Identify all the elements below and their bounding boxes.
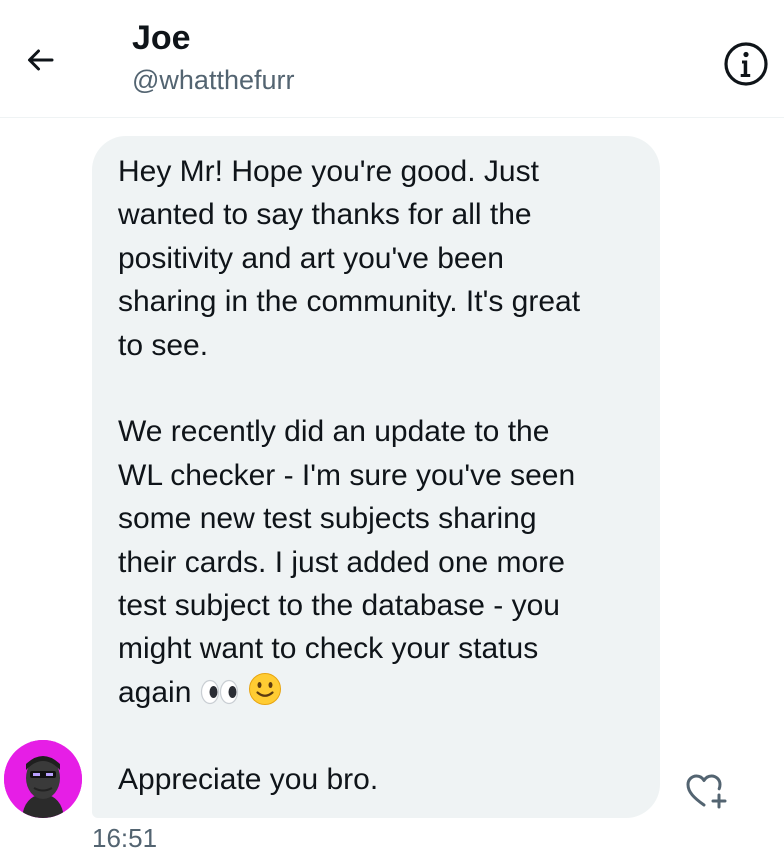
slightly-smiling-face-emoji <box>249 672 282 705</box>
message-line-with-emoji: again <box>118 671 638 714</box>
message-text: Hey Mr! Hope you're good. Just wanted to… <box>118 150 638 801</box>
message-timestamp: 16:51 <box>92 823 158 853</box>
message-paragraph-1: Hey Mr! Hope you're good. Just wanted to… <box>118 150 638 367</box>
message-line: their cards. I just added one more <box>118 545 565 579</box>
contact-handle[interactable]: @whatthefurr <box>132 64 294 96</box>
message-line: Hey Mr! Hope you're good. Just <box>118 155 539 188</box>
message-line: some new test subjects sharing <box>118 502 537 536</box>
avatar[interactable] <box>4 740 82 818</box>
message-bubble[interactable]: Hey Mr! Hope you're good. Just wanted to… <box>92 136 660 818</box>
message-line: to see. <box>118 328 209 362</box>
message-line: wanted to say thanks for all the <box>118 198 532 232</box>
message-line: We recently did an update to the <box>118 415 550 449</box>
message-paragraph-3: Appreciate you bro. <box>118 758 638 801</box>
dm-conversation-screen: Joe @whatthefurr Hey Mr! Hope you're goo… <box>0 0 784 860</box>
arrow-left-icon <box>28 49 54 71</box>
add-reaction-button[interactable] <box>680 768 732 814</box>
message-line: test subject to the database - you <box>118 589 560 623</box>
message-line: WL checker - I'm sure you've seen <box>118 458 576 492</box>
message-paragraph-2: We recently did an update to the WL chec… <box>118 410 638 714</box>
message-line: positivity and art you've been <box>118 241 504 275</box>
message-line: might want to check your status <box>118 632 539 666</box>
eyes-emoji <box>200 679 238 704</box>
back-button[interactable] <box>14 34 66 86</box>
message-line-prefix: again <box>118 675 192 709</box>
heart-plus-icon <box>686 774 727 809</box>
message-line: sharing in the community. It's great <box>118 285 581 319</box>
info-circle-icon <box>724 42 768 86</box>
contact-name[interactable]: Joe <box>132 18 191 58</box>
message-closing: Appreciate you bro. <box>118 762 379 796</box>
conversation-info-button[interactable] <box>718 36 774 92</box>
avatar-image <box>4 740 82 818</box>
conversation-header: Joe @whatthefurr <box>0 0 784 118</box>
